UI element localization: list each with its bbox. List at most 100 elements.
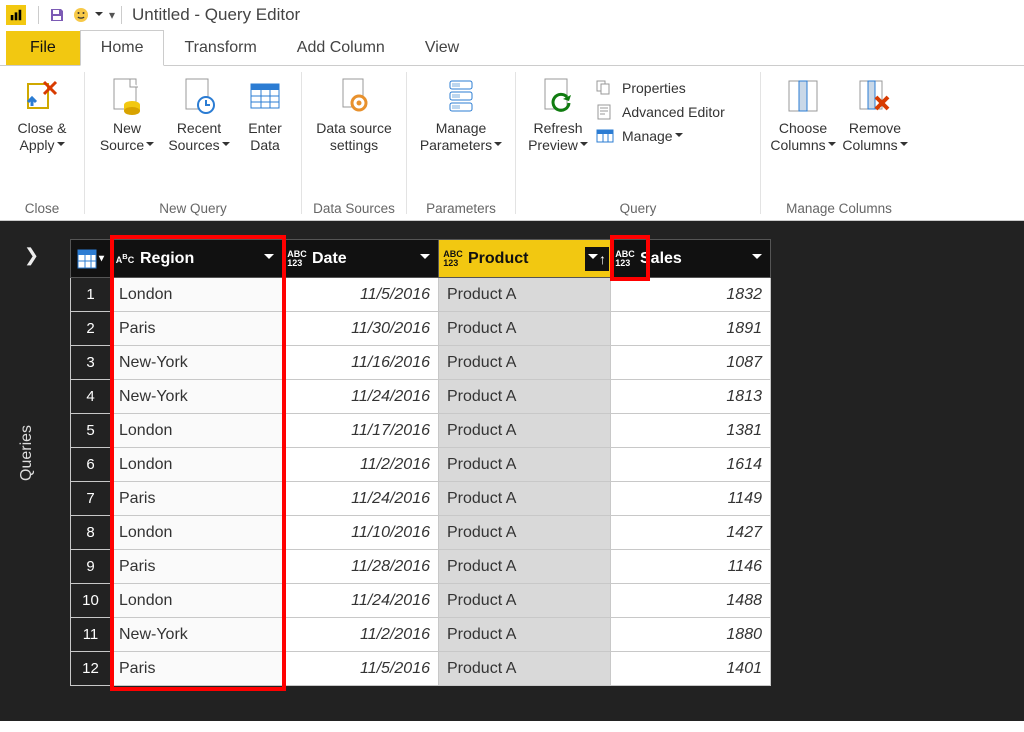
- cell-product[interactable]: Product A: [439, 278, 611, 312]
- cell-sales[interactable]: 1427: [611, 516, 771, 550]
- cell-sales[interactable]: 1146: [611, 550, 771, 584]
- cell-sales[interactable]: 1087: [611, 346, 771, 380]
- cell-sales[interactable]: 1401: [611, 652, 771, 686]
- cell-region[interactable]: Paris: [111, 652, 283, 686]
- cell-region[interactable]: Paris: [111, 312, 283, 346]
- recent-sources-button[interactable]: Recent Sources: [163, 70, 235, 158]
- choose-columns-button[interactable]: Choose Columns: [767, 70, 839, 158]
- table-row[interactable]: 11New-York11/2/2016Product A1880: [71, 618, 771, 652]
- cell-date[interactable]: 11/17/2016: [283, 414, 439, 448]
- cell-region[interactable]: Paris: [111, 482, 283, 516]
- qat-customize-icon[interactable]: ▾: [109, 8, 115, 22]
- cell-date[interactable]: 11/16/2016: [283, 346, 439, 380]
- filter-region-button[interactable]: [257, 247, 281, 271]
- tab-home[interactable]: Home: [80, 30, 165, 66]
- advanced-editor-button[interactable]: Advanced Editor: [594, 100, 754, 124]
- new-source-icon: [107, 74, 147, 118]
- cell-date[interactable]: 11/30/2016: [283, 312, 439, 346]
- enter-data-button[interactable]: Enter Data: [235, 70, 295, 158]
- cell-date[interactable]: 11/2/2016: [283, 448, 439, 482]
- qat-dropdown-icon[interactable]: [93, 7, 103, 23]
- sort-asc-icon: ↑: [599, 251, 606, 267]
- filter-sales-button[interactable]: [745, 247, 769, 271]
- table-row[interactable]: 3New-York11/16/2016Product A1087: [71, 346, 771, 380]
- cell-product[interactable]: Product A: [439, 448, 611, 482]
- cell-region[interactable]: London: [111, 584, 283, 618]
- datatype-any-icon: ABC123: [612, 250, 638, 268]
- refresh-preview-button[interactable]: Refresh Preview: [522, 70, 594, 158]
- table-row[interactable]: 10London11/24/2016Product A1488: [71, 584, 771, 618]
- cell-sales[interactable]: 1813: [611, 380, 771, 414]
- cell-sales[interactable]: 1381: [611, 414, 771, 448]
- manage-parameters-button[interactable]: Manage Parameters: [413, 70, 509, 158]
- table-row[interactable]: 1London11/5/2016Product A1832: [71, 278, 771, 312]
- cell-region[interactable]: New-York: [111, 618, 283, 652]
- cell-region[interactable]: London: [111, 278, 283, 312]
- cell-region[interactable]: London: [111, 516, 283, 550]
- expand-rail-icon[interactable]: ❯: [24, 245, 39, 266]
- cell-product[interactable]: Product A: [439, 584, 611, 618]
- cell-region[interactable]: Paris: [111, 550, 283, 584]
- cell-region[interactable]: New-York: [111, 380, 283, 414]
- table-row[interactable]: 5London11/17/2016Product A1381: [71, 414, 771, 448]
- save-icon[interactable]: [47, 5, 67, 25]
- cell-product[interactable]: Product A: [439, 482, 611, 516]
- cell-region[interactable]: New-York: [111, 346, 283, 380]
- column-header-sales[interactable]: ABC123Sales: [611, 240, 771, 278]
- tab-add-column[interactable]: Add Column: [277, 31, 405, 65]
- table-row[interactable]: 8London11/10/2016Product A1427: [71, 516, 771, 550]
- cell-sales[interactable]: 1832: [611, 278, 771, 312]
- remove-columns-label: Remove Columns: [842, 120, 901, 153]
- tab-view[interactable]: View: [405, 31, 479, 65]
- table-row[interactable]: 2Paris11/30/2016Product A1891: [71, 312, 771, 346]
- properties-label: Properties: [622, 80, 686, 96]
- title-bar: ▾ Untitled - Query Editor: [0, 0, 1024, 30]
- filter-date-button[interactable]: [413, 247, 437, 271]
- cell-sales[interactable]: 1488: [611, 584, 771, 618]
- cell-product[interactable]: Product A: [439, 380, 611, 414]
- properties-button[interactable]: Properties: [594, 76, 754, 100]
- column-header-date[interactable]: ABC123Date: [283, 240, 439, 278]
- cell-product[interactable]: Product A: [439, 618, 611, 652]
- cell-date[interactable]: 11/10/2016: [283, 516, 439, 550]
- cell-sales[interactable]: 1614: [611, 448, 771, 482]
- remove-columns-button[interactable]: Remove Columns: [839, 70, 911, 158]
- cell-product[interactable]: Product A: [439, 516, 611, 550]
- tab-transform[interactable]: Transform: [164, 31, 276, 65]
- manage-query-button[interactable]: Manage: [594, 124, 754, 148]
- column-header-product[interactable]: ABC123Product↑: [439, 240, 611, 278]
- cell-product[interactable]: Product A: [439, 414, 611, 448]
- data-source-settings-button[interactable]: Data source settings: [308, 70, 400, 158]
- cell-region[interactable]: London: [111, 448, 283, 482]
- cell-date[interactable]: 11/5/2016: [283, 278, 439, 312]
- cell-sales[interactable]: 1149: [611, 482, 771, 516]
- cell-product[interactable]: Product A: [439, 550, 611, 584]
- cell-date[interactable]: 11/24/2016: [283, 584, 439, 618]
- queries-rail[interactable]: ❯ Queries: [0, 221, 56, 721]
- filter-product-button[interactable]: ↑: [585, 247, 609, 271]
- cell-product[interactable]: Product A: [439, 346, 611, 380]
- table-row[interactable]: 6London11/2/2016Product A1614: [71, 448, 771, 482]
- cell-region[interactable]: London: [111, 414, 283, 448]
- queries-rail-label: Queries: [18, 425, 36, 481]
- cell-date[interactable]: 11/24/2016: [283, 482, 439, 516]
- table-row[interactable]: 7Paris11/24/2016Product A1149: [71, 482, 771, 516]
- cell-sales[interactable]: 1880: [611, 618, 771, 652]
- table-row[interactable]: 9Paris11/28/2016Product A1146: [71, 550, 771, 584]
- new-source-button[interactable]: New Source: [91, 70, 163, 158]
- cell-sales[interactable]: 1891: [611, 312, 771, 346]
- cell-date[interactable]: 11/2/2016: [283, 618, 439, 652]
- table-row[interactable]: 12Paris11/5/2016Product A1401: [71, 652, 771, 686]
- column-header-region[interactable]: ABCRegion: [111, 240, 283, 278]
- cell-date[interactable]: 11/5/2016: [283, 652, 439, 686]
- cell-date[interactable]: 11/28/2016: [283, 550, 439, 584]
- emoji-icon[interactable]: [71, 5, 91, 25]
- close-apply-button[interactable]: Close & Apply: [6, 70, 78, 158]
- cell-product[interactable]: Product A: [439, 652, 611, 686]
- data-source-settings-label: Data source settings: [316, 120, 391, 154]
- cell-product[interactable]: Product A: [439, 312, 611, 346]
- tab-file[interactable]: File: [6, 31, 80, 65]
- table-row[interactable]: 4New-York11/24/2016Product A1813: [71, 380, 771, 414]
- row-number-header[interactable]: ▾: [71, 240, 111, 278]
- cell-date[interactable]: 11/24/2016: [283, 380, 439, 414]
